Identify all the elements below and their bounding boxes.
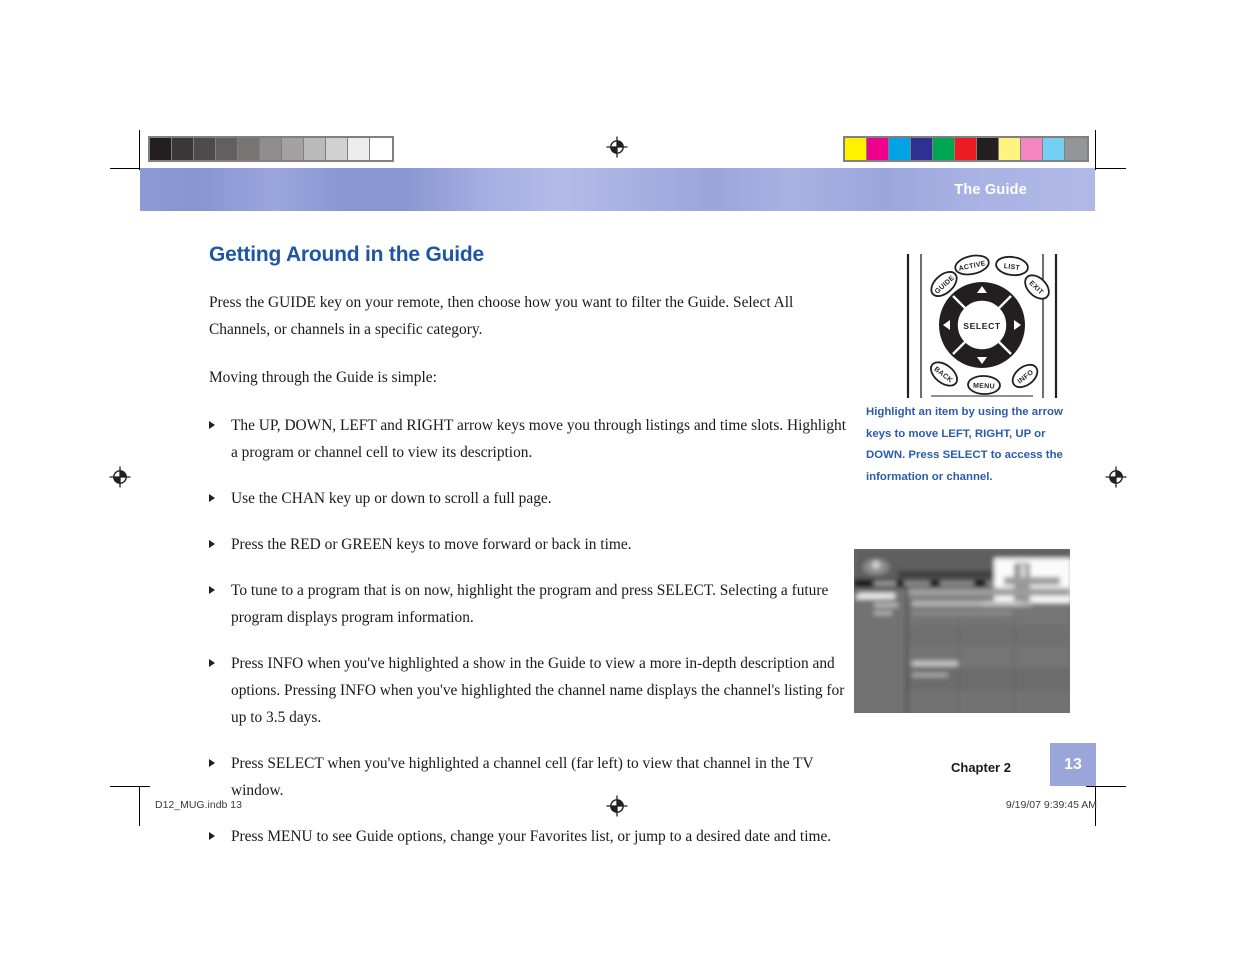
registration-mark-left xyxy=(109,466,131,488)
color-calibration-strip xyxy=(843,136,1089,162)
grayscale-swatch xyxy=(370,138,392,160)
color-swatch xyxy=(911,138,933,160)
grayscale-swatch xyxy=(216,138,238,160)
list-item-text: Press the RED or GREEN keys to move forw… xyxy=(231,536,632,553)
triangle-bullet-icon xyxy=(209,659,215,667)
chapter-label: Chapter 2 xyxy=(951,760,1011,775)
color-swatch xyxy=(1043,138,1065,160)
triangle-bullet-icon xyxy=(209,421,215,429)
running-head-title: The Guide xyxy=(954,181,1027,198)
grayscale-swatch xyxy=(150,138,172,160)
color-swatch xyxy=(977,138,999,160)
page-number: 13 xyxy=(1064,755,1082,773)
list-item: The UP, DOWN, LEFT and RIGHT arrow keys … xyxy=(209,412,854,466)
triangle-bullet-icon xyxy=(209,540,215,548)
crop-mark-top-right-vertical xyxy=(1095,130,1096,170)
intro-paragraph-1: Press the GUIDE key on your remote, then… xyxy=(209,294,794,338)
remote-select-label: SELECT xyxy=(963,321,1001,331)
guide-screen-photo xyxy=(854,549,1070,713)
crop-mark-top-left-vertical xyxy=(139,130,140,170)
crop-mark-bottom-left-vertical xyxy=(139,786,140,826)
grayscale-swatch xyxy=(326,138,348,160)
list-item-text: Press INFO when you've highlighted a sho… xyxy=(231,655,845,726)
remote-control-illustration: SELECT GUIDE ACTIVE LIST EXIT BACK MENU … xyxy=(901,252,1063,400)
registration-mark-top xyxy=(606,136,628,158)
page-number-box: 13 xyxy=(1050,743,1096,786)
list-item: Press the RED or GREEN keys to move forw… xyxy=(209,531,854,558)
registration-mark-right xyxy=(1105,466,1127,488)
triangle-bullet-icon xyxy=(209,494,215,502)
running-head-banner: The Guide xyxy=(140,168,1095,211)
list-item: To tune to a program that is on now, hig… xyxy=(209,577,854,631)
crop-mark-bottom-left-horizontal xyxy=(110,786,150,787)
list-item-text: To tune to a program that is on now, hig… xyxy=(231,582,829,626)
triangle-bullet-icon xyxy=(209,759,215,767)
grayscale-swatch xyxy=(348,138,370,160)
grayscale-swatch xyxy=(238,138,260,160)
triangle-bullet-icon xyxy=(209,832,215,840)
color-swatch xyxy=(845,138,867,160)
list-item-text: The UP, DOWN, LEFT and RIGHT arrow keys … xyxy=(231,417,847,461)
slug-filename: D12_MUG.indb 13 xyxy=(155,799,242,811)
navigation-tips-list: The UP, DOWN, LEFT and RIGHT arrow keys … xyxy=(209,412,854,850)
list-item-text: Press MENU to see Guide options, change … xyxy=(231,828,832,845)
color-swatch xyxy=(999,138,1021,160)
list-item: Press INFO when you've highlighted a sho… xyxy=(209,650,854,731)
intro-paragraph-2: Moving through the Guide is simple: xyxy=(209,369,437,386)
slug-timestamp: 9/19/07 9:39:45 AM xyxy=(1005,799,1097,811)
grayscale-swatch xyxy=(194,138,216,160)
list-item-text: Press SELECT when you've highlighted a c… xyxy=(231,755,814,799)
grayscale-swatch xyxy=(304,138,326,160)
main-content-column: Getting Around in the Guide Press the GU… xyxy=(209,243,854,850)
grayscale-calibration-strip xyxy=(148,136,394,162)
color-swatch xyxy=(1021,138,1043,160)
color-swatch xyxy=(955,138,977,160)
color-swatch xyxy=(867,138,889,160)
crop-mark-bottom-right-horizontal xyxy=(1086,786,1126,787)
remote-menu-label: MENU xyxy=(973,383,995,391)
color-swatch xyxy=(889,138,911,160)
triangle-bullet-icon xyxy=(209,586,215,594)
list-item: Press MENU to see Guide options, change … xyxy=(209,823,854,850)
color-swatch xyxy=(933,138,955,160)
page-title: Getting Around in the Guide xyxy=(209,243,484,266)
grayscale-swatch xyxy=(172,138,194,160)
list-item-text: Use the CHAN key up or down to scroll a … xyxy=(231,490,552,507)
grayscale-swatch xyxy=(282,138,304,160)
list-item: Press SELECT when you've highlighted a c… xyxy=(209,750,854,804)
color-swatch xyxy=(1065,138,1087,160)
remote-figure-caption: Highlight an item by using the arrow key… xyxy=(866,406,1063,483)
grayscale-swatch xyxy=(260,138,282,160)
list-item: Use the CHAN key up or down to scroll a … xyxy=(209,485,854,512)
